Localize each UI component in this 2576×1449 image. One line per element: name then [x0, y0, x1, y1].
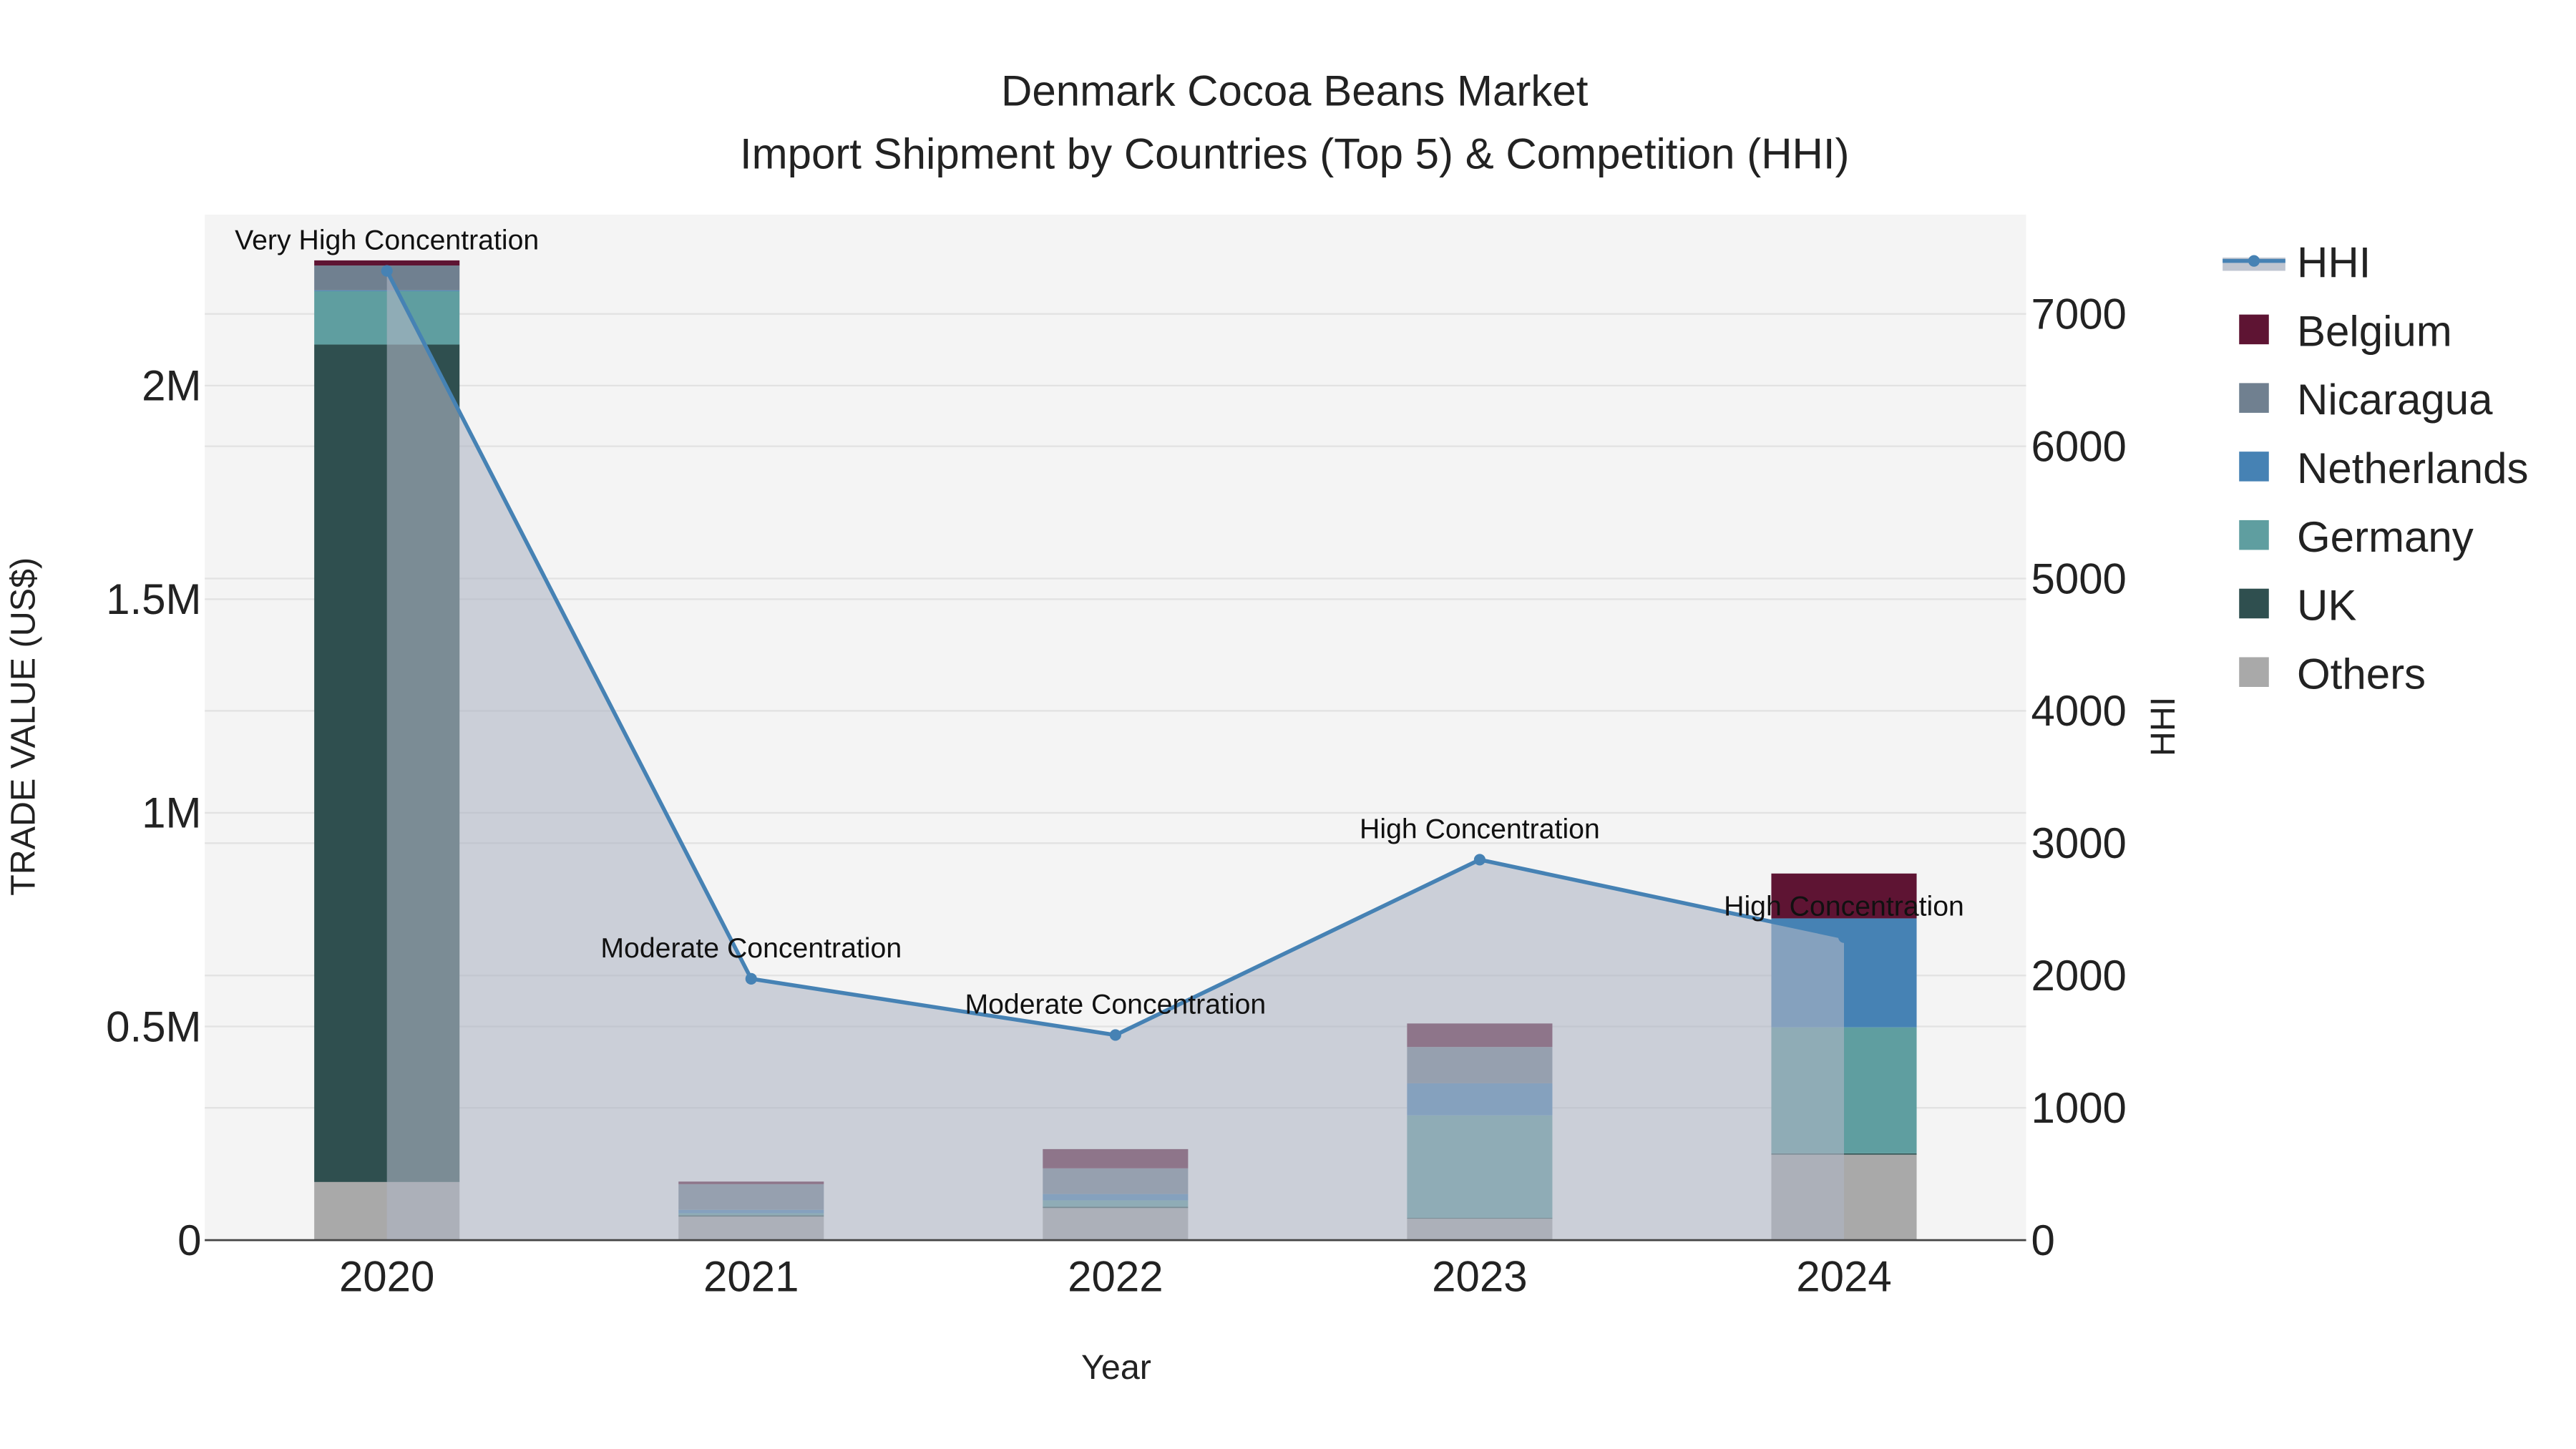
bar-belgium — [314, 260, 460, 266]
legend-hhi-marker — [2248, 255, 2260, 267]
hhi-point — [381, 265, 393, 277]
legend-label: Netherlands — [2297, 444, 2529, 492]
hhi-point — [1109, 1029, 1121, 1041]
chart-subtitle: Import Shipment by Countries (Top 5) & C… — [740, 130, 1850, 177]
legend-label: Belgium — [2297, 307, 2452, 355]
y2-tick-label: 6000 — [2031, 422, 2126, 470]
hhi-point — [1473, 854, 1485, 866]
hhi-annotation: Moderate Concentration — [600, 932, 902, 964]
hhi-annotation: Very High Concentration — [235, 225, 539, 256]
y2-tick-label: 1000 — [2031, 1084, 2126, 1132]
y2-tick-label: 0 — [2031, 1216, 2054, 1264]
legend-label: UK — [2297, 582, 2356, 630]
bar-germany — [314, 291, 460, 345]
legend-swatch-belgium — [2239, 314, 2269, 345]
legend-label: Germany — [2297, 513, 2474, 561]
legend-label: HHI — [2297, 239, 2371, 287]
hhi-annotation: High Concentration — [1724, 891, 1964, 922]
legend-swatch-netherlands — [2239, 452, 2269, 482]
y-tick-label: 0 — [177, 1216, 201, 1264]
y-axis-title: TRADE VALUE (US$) — [4, 557, 42, 896]
legend-swatch-germany — [2239, 519, 2269, 550]
y2-tick-label: 3000 — [2031, 819, 2126, 867]
x-tick-label: 2020 — [339, 1253, 434, 1301]
hhi-annotation: High Concentration — [1360, 813, 1600, 844]
hhi-point — [1838, 931, 1850, 943]
y-tick-label: 1.5M — [106, 575, 201, 623]
chart: Very High Concentration Moderate Concentr… — [4, 67, 2529, 1387]
hhi-annotation: Moderate Concentration — [965, 988, 1266, 1020]
x-tick-label: 2021 — [703, 1253, 799, 1301]
y2-axis-title: HHI — [2144, 697, 2182, 756]
legend-swatch-nicaragua — [2239, 383, 2269, 413]
legend-swatch-others — [2239, 657, 2269, 687]
legend: HHI Belgium Nicaragua Netherlands Germany UK O… — [2223, 239, 2529, 698]
y2-tick-label: 5000 — [2031, 555, 2126, 602]
chart-title: Denmark Cocoa Beans Market — [1001, 67, 1589, 115]
hhi-point — [745, 972, 757, 985]
y-tick-label: 0.5M — [106, 1002, 201, 1050]
legend-label: Nicaragua — [2297, 376, 2493, 424]
legend-label: Others — [2297, 650, 2426, 698]
y2-tick-label: 7000 — [2031, 290, 2126, 338]
y-tick-label: 2M — [142, 362, 201, 410]
x-tick-label: 2022 — [1068, 1253, 1163, 1301]
x-tick-label: 2024 — [1796, 1253, 1891, 1301]
x-tick-label: 2023 — [1432, 1253, 1527, 1301]
x-axis-title: Year — [1081, 1348, 1151, 1387]
legend-swatch-uk — [2239, 588, 2269, 619]
y2-tick-label: 4000 — [2031, 687, 2126, 735]
y-tick-label: 1M — [142, 789, 201, 837]
y2-tick-label: 2000 — [2031, 952, 2126, 1000]
